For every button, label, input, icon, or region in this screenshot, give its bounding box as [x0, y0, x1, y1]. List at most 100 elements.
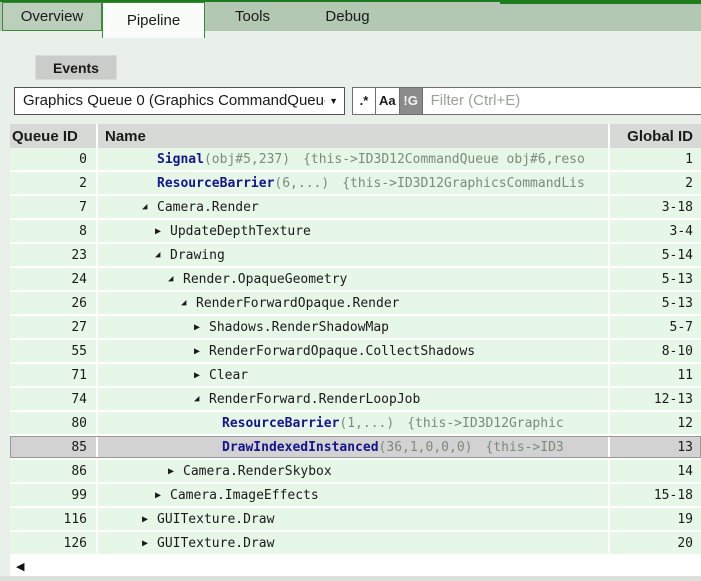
collapse-icon[interactable]: ▶	[142, 514, 157, 525]
event-name: ▶Clear	[98, 364, 608, 386]
event-row[interactable]: 99 ▶Camera.ImageEffects 15-18	[10, 484, 701, 506]
event-queue-id: 8	[10, 220, 96, 242]
event-function-name: Signal	[157, 152, 204, 167]
event-function-name: ResourceBarrier	[157, 176, 274, 191]
literal-match-button[interactable]: !G	[399, 87, 423, 115]
collapse-icon[interactable]: ▶	[155, 490, 170, 501]
expand-icon[interactable]: ◢	[194, 394, 209, 404]
event-row[interactable]: 8 ▶UpdateDepthTexture 3-4	[10, 220, 701, 242]
event-name: ▶GUITexture.Draw	[98, 508, 608, 530]
event-global-id: 12	[610, 412, 701, 434]
event-row[interactable]: 116 ▶GUITexture.Draw 19	[10, 508, 701, 530]
collapse-icon[interactable]: ▶	[168, 466, 183, 477]
collapse-icon[interactable]: ▶	[155, 226, 170, 237]
expand-icon[interactable]: ◢	[155, 250, 170, 260]
event-name: ▶GUITexture.Draw	[98, 532, 608, 554]
event-global-id: 3-18	[610, 196, 701, 218]
event-queue-id: 0	[10, 148, 96, 170]
event-global-id: 12-13	[610, 388, 701, 410]
tab-tools[interactable]: Tools	[205, 2, 300, 31]
match-case-button[interactable]: Aa	[375, 87, 400, 115]
event-name: DrawIndexedInstanced(36,1,0,0,0) {this->I…	[98, 436, 608, 458]
event-row[interactable]: 26 ◢RenderForwardOpaque.Render 5-13	[10, 292, 701, 314]
expand-icon[interactable]: ◢	[181, 298, 196, 308]
collapse-icon[interactable]: ▶	[142, 538, 157, 549]
event-label: Camera.ImageEffects	[170, 488, 319, 503]
chevron-down-icon: ▼	[329, 96, 338, 106]
event-function-params: (36,1,0,0,0)	[379, 440, 473, 455]
event-queue-id: 55	[10, 340, 96, 362]
queue-dropdown-value: Graphics Queue 0 (Graphics CommandQueue)	[23, 92, 325, 109]
event-row[interactable]: 0 Signal(obj#5,237){this->ID3D12CommandQ…	[10, 148, 701, 170]
event-global-id: 20	[610, 532, 701, 554]
events-panel: Events Graphics Queue 0 (Graphics Comman…	[10, 50, 701, 576]
event-function-params: (1,...)	[339, 416, 394, 431]
event-label: Drawing	[170, 248, 225, 263]
event-name: ▶Camera.ImageEffects	[98, 484, 608, 506]
event-function-name: DrawIndexedInstanced	[222, 440, 379, 455]
events-table-body: 0 Signal(obj#5,237){this->ID3D12CommandQ…	[10, 148, 701, 554]
event-queue-id: 27	[10, 316, 96, 338]
main-tab-bar: Overview Pipeline Tools Debug	[0, 0, 701, 31]
collapse-icon[interactable]: ▶	[194, 370, 209, 381]
event-queue-id: 85	[10, 436, 96, 458]
event-global-id: 3-4	[610, 220, 701, 242]
event-global-id: 5-7	[610, 316, 701, 338]
event-name: ResourceBarrier(6,...){this->ID3D12Graph…	[98, 172, 608, 194]
event-row[interactable]: 74 ◢RenderForward.RenderLoopJob 12-13	[10, 388, 701, 410]
events-table-header: Queue ID Name Global ID	[10, 124, 701, 148]
event-function-params: (6,...)	[274, 176, 329, 191]
event-row[interactable]: 27 ▶Shadows.RenderShadowMap 5-7	[10, 316, 701, 338]
queue-dropdown[interactable]: Graphics Queue 0 (Graphics CommandQueue)…	[14, 87, 345, 115]
column-header-global-id[interactable]: Global ID	[610, 124, 701, 148]
expand-icon[interactable]: ◢	[168, 274, 183, 284]
event-label: RenderForward.RenderLoopJob	[209, 392, 420, 407]
event-label: Shadows.RenderShadowMap	[209, 320, 389, 335]
event-queue-id: 86	[10, 460, 96, 482]
event-row[interactable]: 85 DrawIndexedInstanced(36,1,0,0,0) {this…	[10, 436, 701, 458]
event-row[interactable]: 80 ResourceBarrier(1,...){this->ID3D12Gr…	[10, 412, 701, 434]
filter-input[interactable]	[422, 87, 701, 115]
collapse-icon[interactable]: ▶	[194, 322, 209, 333]
event-this-pointer: {this->ID3	[485, 440, 563, 455]
event-name: ▶UpdateDepthTexture	[98, 220, 608, 242]
event-label: GUITexture.Draw	[157, 536, 274, 551]
event-row[interactable]: 55 ▶RenderForwardOpaque.CollectShadows 8…	[10, 340, 701, 362]
column-header-queue-id[interactable]: Queue ID	[10, 124, 96, 148]
event-queue-id: 2	[10, 172, 96, 194]
scroll-left-icon[interactable]: ◀	[16, 560, 24, 573]
column-header-name[interactable]: Name	[98, 124, 608, 148]
event-name: ▶RenderForwardOpaque.CollectShadows	[98, 340, 608, 362]
event-row[interactable]: 2 ResourceBarrier(6,...){this->ID3D12Gra…	[10, 172, 701, 194]
event-row[interactable]: 24 ◢Render.OpaqueGeometry 5-13	[10, 268, 701, 290]
event-queue-id: 26	[10, 292, 96, 314]
event-label: Camera.RenderSkybox	[183, 464, 332, 479]
regex-filter-button[interactable]: .*	[352, 87, 376, 115]
event-global-id: 5-14	[610, 244, 701, 266]
events-table: Queue ID Name Global ID 0 Signal(obj#5,2…	[10, 124, 701, 556]
event-row[interactable]: 7 ◢Camera.Render 3-18	[10, 196, 701, 218]
tab-overview[interactable]: Overview	[2, 2, 102, 31]
horizontal-scrollbar[interactable]: ◀	[10, 556, 701, 577]
collapse-icon[interactable]: ▶	[194, 346, 209, 357]
tab-debug[interactable]: Debug	[300, 2, 395, 31]
event-function-params: (obj#5,237)	[204, 152, 290, 167]
window-bottom-edge	[0, 576, 701, 581]
tab-debug-label: Debug	[325, 8, 369, 25]
event-queue-id: 99	[10, 484, 96, 506]
event-row[interactable]: 126 ▶GUITexture.Draw 20	[10, 532, 701, 554]
tab-pipeline[interactable]: Pipeline	[102, 2, 205, 38]
event-name: ▶Camera.RenderSkybox	[98, 460, 608, 482]
event-queue-id: 74	[10, 388, 96, 410]
event-label: UpdateDepthTexture	[170, 224, 311, 239]
event-label: Render.OpaqueGeometry	[183, 272, 347, 287]
event-row[interactable]: 23 ◢Drawing 5-14	[10, 244, 701, 266]
expand-icon[interactable]: ◢	[142, 202, 157, 212]
event-row[interactable]: 86 ▶Camera.RenderSkybox 14	[10, 460, 701, 482]
event-name: Signal(obj#5,237){this->ID3D12CommandQue…	[98, 148, 608, 170]
event-global-id: 13	[610, 436, 701, 458]
event-row[interactable]: 71 ▶Clear 11	[10, 364, 701, 386]
events-panel-tab[interactable]: Events	[35, 55, 117, 80]
event-name: ResourceBarrier(1,...){this->ID3D12Graph…	[98, 412, 608, 434]
event-queue-id: 116	[10, 508, 96, 530]
